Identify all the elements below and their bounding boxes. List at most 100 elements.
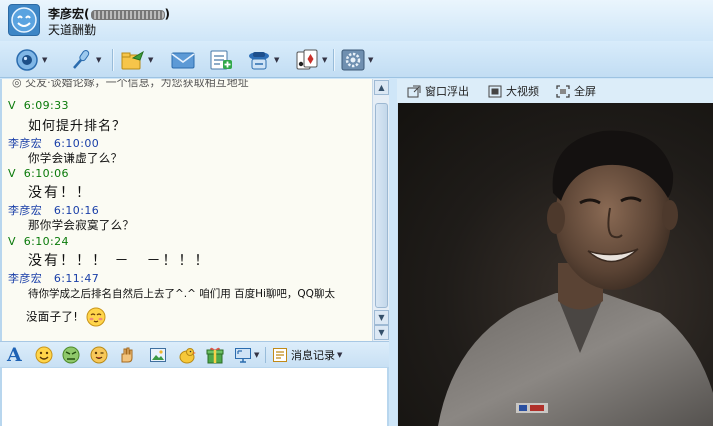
message-time: 6:09:33 <box>23 99 69 112</box>
message-input[interactable] <box>2 368 387 426</box>
settings-button[interactable]: ▼ <box>340 47 373 73</box>
chicken-icon <box>179 348 196 364</box>
chevron-down-icon[interactable]: ▼ <box>368 56 373 64</box>
input-toolbar-divider <box>265 347 266 363</box>
remote-assist-button[interactable]: ▼ <box>246 47 279 73</box>
message-header: V 6:10:24 <box>8 235 69 248</box>
main-toolbar: ▼ ▼ ▼ ▼ ▼ ▼ <box>0 41 713 78</box>
chat-ad-banner-text: 交友·谈婚论嫁，一个信息，为您获取相互地址 <box>25 79 249 89</box>
message-header: V 6:09:33 <box>8 99 69 112</box>
create-group-icon <box>210 50 232 70</box>
font-icon: A <box>7 344 22 366</box>
video-person-image <box>438 130 713 426</box>
message-time: 6:10:00 <box>53 137 100 150</box>
message-time: 6:10:06 <box>23 167 69 180</box>
banner-speaker-icon: ◎ <box>12 79 26 89</box>
contact-name: 李彦宏 <box>48 7 85 21</box>
float-window-button[interactable]: 窗口浮出 <box>407 83 469 99</box>
float-window-icon <box>407 85 421 97</box>
scroll-down-button[interactable]: ▼ <box>374 310 389 325</box>
fullscreen-button[interactable]: 全屏 <box>556 83 596 99</box>
message-header: 李彦宏 6:10:00 <box>8 135 99 151</box>
video-toolbar: 窗口浮出 大视频 全屏 <box>397 79 713 103</box>
message-text: 你学会谦虚了么？ <box>28 151 123 165</box>
microphone-icon <box>73 50 90 69</box>
mail-icon <box>171 52 195 69</box>
send-file-icon <box>121 50 144 70</box>
message-sender: V <box>8 99 16 112</box>
contact-signature: 天道酬勤 <box>48 23 97 37</box>
scroll-down-end-button[interactable]: ▼ <box>374 325 389 340</box>
scroll-up-button[interactable]: ▲ <box>374 80 389 95</box>
mail-button[interactable] <box>170 47 196 73</box>
message-history-button[interactable]: 消息记录 ▼ <box>272 345 342 365</box>
message-last-line: 没面子了! <box>26 309 79 324</box>
paren-close: ) <box>164 7 170 21</box>
cheeky-face-icon <box>90 346 108 364</box>
message-sender: 李彦宏 <box>8 137 43 150</box>
video-chat-icon <box>16 49 38 71</box>
funny-face-button[interactable] <box>90 345 108 365</box>
chevron-down-icon[interactable]: ▼ <box>274 56 279 64</box>
message-time: 6:10:24 <box>23 235 69 248</box>
music-button[interactable] <box>177 345 197 365</box>
paren-open: ( <box>84 7 90 21</box>
gift-button[interactable] <box>206 345 224 365</box>
remote-assist-icon <box>249 52 269 70</box>
font-button[interactable]: A <box>7 345 22 365</box>
send-file-button[interactable]: ▼ <box>120 47 153 73</box>
settings-icon <box>341 49 365 71</box>
chevron-down-icon[interactable]: ▼ <box>337 351 342 359</box>
gift-icon <box>206 347 224 364</box>
message-text: 如何提升排名？ <box>28 119 127 134</box>
large-video-label: 大视频 <box>506 85 539 98</box>
scrollbar-thumb[interactable] <box>375 103 388 308</box>
fullscreen-icon <box>556 84 570 98</box>
screenshot-icon <box>235 348 251 363</box>
magic-face-button[interactable] <box>62 345 80 365</box>
contact-avatar[interactable] <box>8 4 40 36</box>
message-time: 6:11:47 <box>53 272 100 285</box>
message-header: 李彦宏 6:10:16 <box>8 202 99 218</box>
nudge-button[interactable] <box>118 345 136 365</box>
chevron-down-icon[interactable]: ▼ <box>96 56 101 64</box>
chevron-down-icon[interactable]: ▼ <box>148 56 153 64</box>
chevron-down-icon[interactable]: ▼ <box>322 56 327 64</box>
large-video-icon <box>488 85 502 97</box>
blurred-account-number <box>90 9 165 20</box>
message-history-area[interactable]: ◎ 交友·谈婚论嫁，一个信息，为您获取相互地址 V 6:09:33 如何提升排名… <box>2 79 372 341</box>
screenshot-button[interactable]: ▼ <box>234 345 259 365</box>
message-header: V 6:10:06 <box>8 167 69 180</box>
chat-panel: ◎ 交友·谈婚论嫁，一个信息，为您获取相互地址 V 6:09:33 如何提升排名… <box>0 79 389 426</box>
message-sender: 李彦宏 <box>8 204 43 217</box>
chat-ad-banner[interactable]: ◎ 交友·谈婚论嫁，一个信息，为您获取相互地址 <box>12 79 249 90</box>
shy-face-emoji-icon <box>86 307 106 327</box>
message-text: 没有！！ <box>28 185 92 201</box>
voice-chat-button[interactable]: ▼ <box>68 47 101 73</box>
emoticon-button[interactable] <box>35 345 53 365</box>
message-sender: 李彦宏 <box>8 272 43 285</box>
image-icon <box>150 348 166 362</box>
video-chat-button[interactable]: ▼ <box>14 47 47 73</box>
contact-name-line: 李彦宏() <box>48 5 170 22</box>
message-history-icon <box>273 348 287 362</box>
chevron-down-icon[interactable]: ▼ <box>254 351 259 359</box>
toolbar-divider <box>333 49 334 71</box>
toolbar-divider <box>112 49 113 71</box>
chevron-down-icon[interactable]: ▼ <box>42 56 47 64</box>
message-sender: V <box>8 235 16 248</box>
message-text: 那你学会寂寞了么？ <box>28 218 135 232</box>
create-group-button[interactable] <box>208 47 234 73</box>
message-history-label: 消息记录 <box>291 349 335 362</box>
large-video-button[interactable]: 大视频 <box>488 83 539 99</box>
smiley-icon <box>35 346 53 364</box>
fullscreen-label: 全屏 <box>574 85 596 98</box>
video-panel: 窗口浮出 大视频 全屏 <box>397 79 713 426</box>
game-button[interactable]: ▼ <box>294 47 327 73</box>
message-header: 李彦宏 6:11:47 <box>8 270 99 286</box>
send-image-button[interactable] <box>149 345 167 365</box>
message-text: 待你学成之后排名自然后上去了^.^ 咱们用 百度Hi聊吧，QQ聊太 <box>28 288 335 300</box>
remote-video-frame[interactable] <box>398 103 713 426</box>
float-window-label: 窗口浮出 <box>425 85 469 98</box>
chat-scrollbar[interactable]: ▲ ▼ ▼ <box>372 79 389 341</box>
